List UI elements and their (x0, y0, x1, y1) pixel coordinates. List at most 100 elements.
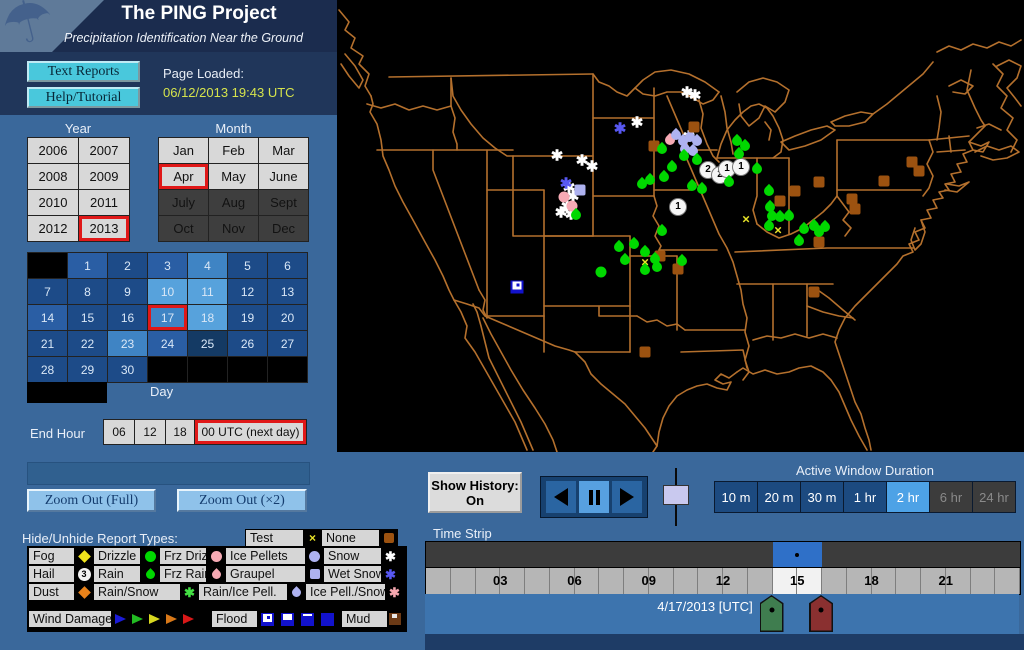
strip-hour-cell-17[interactable] (846, 568, 872, 594)
strip-hour-cell-10[interactable] (673, 568, 699, 594)
strip-hour-cell-7[interactable] (599, 568, 624, 594)
day-cell-8[interactable]: 8 (68, 279, 107, 304)
day-cell-1[interactable]: 1 (68, 253, 107, 278)
legend-icon-cell-flood2[interactable] (298, 611, 317, 627)
legend-icon-cell-rain-snow[interactable]: ✱ (181, 584, 198, 600)
legend-label-snow[interactable]: Snow (324, 548, 381, 564)
legend-icon-cell-flag-yellow[interactable] (146, 611, 162, 627)
text-reports-button[interactable]: Text Reports (27, 61, 140, 82)
strip-hour-cell-12[interactable] (723, 568, 748, 594)
awd-option-10m[interactable]: 10 m (715, 482, 757, 512)
legend-icon-cell-flag-orange[interactable] (163, 611, 179, 627)
year-cell-2010[interactable]: 2010 (28, 190, 78, 215)
legend-label-rain-snow[interactable]: Rain/Snow (94, 584, 180, 600)
day-cell-23[interactable]: 23 (108, 331, 147, 356)
end-hour-option-00[interactable]: 00 UTC (next day) (195, 420, 306, 444)
awd-option-2hr[interactable]: 2 hr (887, 482, 929, 512)
strip-hour-cell-15[interactable] (797, 568, 822, 594)
day-cell-15[interactable]: 15 (68, 305, 107, 330)
day-cell-21[interactable]: 21 (28, 331, 67, 356)
day-cell-17[interactable]: 17 (148, 305, 187, 330)
day-cell-11[interactable]: 11 (188, 279, 227, 304)
year-cell-2011[interactable]: 2011 (79, 190, 129, 215)
legend-icon-cell-frz-rain[interactable] (207, 566, 225, 582)
legend-icon-cell-drizzle[interactable] (141, 548, 159, 564)
legend-icon-cell-test[interactable]: × (304, 530, 321, 546)
us-precipitation-map[interactable]: ✱✱✱✱✱✱✱✱✱✱✱✱✱✱22111××× (337, 0, 1024, 452)
legend-icon-cell-snow[interactable]: ✱ (382, 548, 399, 564)
legend-icon-cell-mud[interactable] (388, 611, 401, 627)
strip-hour-cell-21[interactable] (945, 568, 971, 594)
day-cell-20[interactable]: 20 (268, 305, 307, 330)
legend-icon-cell-flood3[interactable] (318, 611, 337, 627)
legend-label-drizzle[interactable]: Drizzle (94, 548, 140, 564)
day-cell-22[interactable]: 22 (68, 331, 107, 356)
day-cell-9[interactable]: 9 (108, 279, 147, 304)
day-cell-28[interactable]: 28 (28, 357, 67, 382)
strip-hour-cell-18[interactable] (871, 568, 897, 594)
strip-hour-cell-13[interactable] (747, 568, 773, 594)
step-back-button[interactable] (546, 481, 576, 513)
strip-hour-cell-8[interactable] (624, 568, 649, 594)
strip-hour-cell-14[interactable] (772, 568, 798, 594)
day-cell-19[interactable]: 19 (228, 305, 267, 330)
legend-icon-cell-rain-ice[interactable] (288, 584, 305, 600)
help-tutorial-button[interactable]: Help/Tutorial (27, 87, 140, 108)
strip-hour-cell-3[interactable] (500, 568, 525, 594)
legend-icon-cell-flood1[interactable] (278, 611, 297, 627)
legend-label-frz-driz[interactable]: Frz Driz (160, 548, 206, 564)
legend-label-mud[interactable]: Mud (342, 611, 387, 627)
day-cell-14[interactable]: 14 (28, 305, 67, 330)
day-cell-4[interactable]: 4 (188, 253, 227, 278)
day-cell-24[interactable]: 24 (148, 331, 187, 356)
legend-label-ice-pellets[interactable]: Ice Pellets (226, 548, 305, 564)
strip-hour-cell-19[interactable] (896, 568, 921, 594)
zoom-out-2x-button[interactable]: Zoom Out (×2) (177, 489, 307, 512)
day-cell-30[interactable]: 30 (108, 357, 147, 382)
year-cell-2009[interactable]: 2009 (79, 164, 129, 189)
day-cell-3[interactable]: 3 (148, 253, 187, 278)
legend-label-flood[interactable]: Flood (212, 611, 257, 627)
legend-label-fog[interactable]: Fog (29, 548, 74, 564)
strip-hour-cell-2[interactable] (475, 568, 501, 594)
legend-icon-cell-fog[interactable] (75, 548, 93, 564)
strip-hour-cell-1[interactable] (450, 568, 476, 594)
month-cell-mar[interactable]: Mar (259, 138, 308, 163)
legend-icon-cell-flood0[interactable] (258, 611, 277, 627)
legend-label-wind-damage[interactable]: Wind Damage (29, 611, 111, 627)
strip-hour-cell-22[interactable] (970, 568, 996, 594)
month-cell-june[interactable]: June (259, 164, 308, 189)
legend-icon-cell-ice-snow[interactable]: ✱ (386, 584, 403, 600)
day-cell-7[interactable]: 7 (28, 279, 67, 304)
legend-icon-cell-rain[interactable] (141, 566, 159, 582)
day-cell-2[interactable]: 2 (108, 253, 147, 278)
legend-label-wet-snow[interactable]: Wet Snow (324, 566, 381, 582)
zoom-out-full-button[interactable]: Zoom Out (Full) (27, 489, 156, 512)
year-cell-2012[interactable]: 2012 (28, 216, 78, 241)
strip-hour-cell-11[interactable] (698, 568, 723, 594)
year-cell-2006[interactable]: 2006 (28, 138, 78, 163)
day-cell-27[interactable]: 27 (268, 331, 307, 356)
end-hour-option-12[interactable]: 12 (135, 420, 165, 444)
legend-icon-cell-flag-green[interactable] (129, 611, 145, 627)
strip-hour-cell-0[interactable] (426, 568, 451, 594)
legend-label-hail[interactable]: Hail (29, 566, 74, 582)
strip-hour-cell-16[interactable] (822, 568, 847, 594)
day-cell-5[interactable]: 5 (228, 253, 267, 278)
legend-label-dust[interactable]: Dust (29, 584, 74, 600)
legend-label-frz-rain[interactable]: Frz Rain (160, 566, 206, 582)
show-history-button[interactable]: Show History: On (428, 472, 522, 513)
pause-button[interactable] (579, 481, 609, 513)
day-cell-13[interactable]: 13 (268, 279, 307, 304)
strip-hour-cell-9[interactable] (648, 568, 674, 594)
legend-icon-cell-frz-driz[interactable] (207, 548, 225, 564)
day-cell-25[interactable]: 25 (188, 331, 227, 356)
day-cell-16[interactable]: 16 (108, 305, 147, 330)
legend-label-rain-ice-pell-[interactable]: Rain/Ice Pell. (199, 584, 287, 600)
end-hour-option-06[interactable]: 06 (104, 420, 134, 444)
speed-slider-handle[interactable] (663, 485, 689, 505)
step-forward-button[interactable] (612, 481, 642, 513)
legend-icon-cell-graupel[interactable] (306, 566, 323, 582)
end-hour-option-18[interactable]: 18 (166, 420, 194, 444)
awd-option-20m[interactable]: 20 m (758, 482, 800, 512)
